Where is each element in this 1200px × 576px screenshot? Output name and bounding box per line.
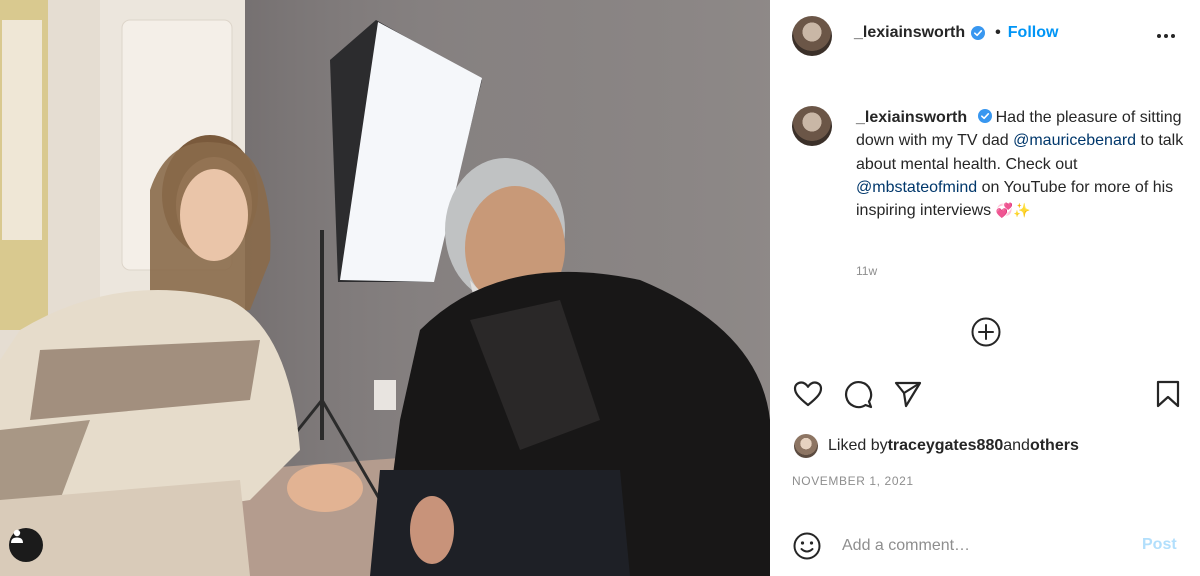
more-horizontal-icon[interactable] [1154,24,1178,48]
mention-link-mauricebenard[interactable]: @mauricebenard [1013,132,1136,149]
post-photo[interactable] [0,0,770,576]
comment-bubble-icon[interactable] [842,378,874,410]
instagram-post: _lexiainsworth • Follow _lexiainsworth H… [0,0,1200,576]
post-comment-button[interactable]: Post [1142,536,1177,554]
caption-username[interactable]: _lexiainsworth [856,109,967,126]
liked-by-row: Liked by traceygates880 and others [794,434,1079,458]
liker-avatar[interactable] [794,434,818,458]
liked-by-prefix: Liked by [828,437,888,454]
like-heart-icon[interactable] [792,378,824,410]
caption-author-avatar[interactable] [792,106,832,146]
user-tag-button[interactable] [9,528,43,562]
post-actions [770,378,1200,412]
caption-emoji: 💞✨ [995,203,1031,220]
verified-badge-icon [971,26,986,40]
comment-composer: Post [770,522,1200,576]
share-send-icon[interactable] [892,378,924,410]
follow-button[interactable]: Follow [1008,24,1059,42]
liked-by-middle: and [1003,437,1030,454]
header-separator: • [995,24,1001,41]
emoji-smiley-icon[interactable] [792,531,822,561]
liker-username[interactable]: traceygates880 [888,437,1004,455]
comment-input[interactable] [842,534,1122,558]
caption-timestamp[interactable]: 11w [856,264,877,278]
liked-by-others-link[interactable]: others [1030,437,1079,455]
post-caption: _lexiainsworth Had the pleasure of sitti… [856,106,1186,223]
post-header: _lexiainsworth • Follow [854,24,1058,42]
verified-badge-icon [977,109,992,123]
person-icon [11,529,23,543]
author-avatar[interactable] [792,16,832,56]
photo-illustration [0,0,770,576]
post-date[interactable]: NOVEMBER 1, 2021 [792,474,914,488]
load-more-comments-icon[interactable] [970,316,1002,348]
save-bookmark-icon[interactable] [1152,378,1184,410]
post-side-panel: _lexiainsworth • Follow _lexiainsworth H… [770,0,1200,576]
mention-link-mbstateofmind[interactable]: @mbstateofmind [856,179,977,196]
author-username[interactable]: _lexiainsworth [854,24,965,42]
